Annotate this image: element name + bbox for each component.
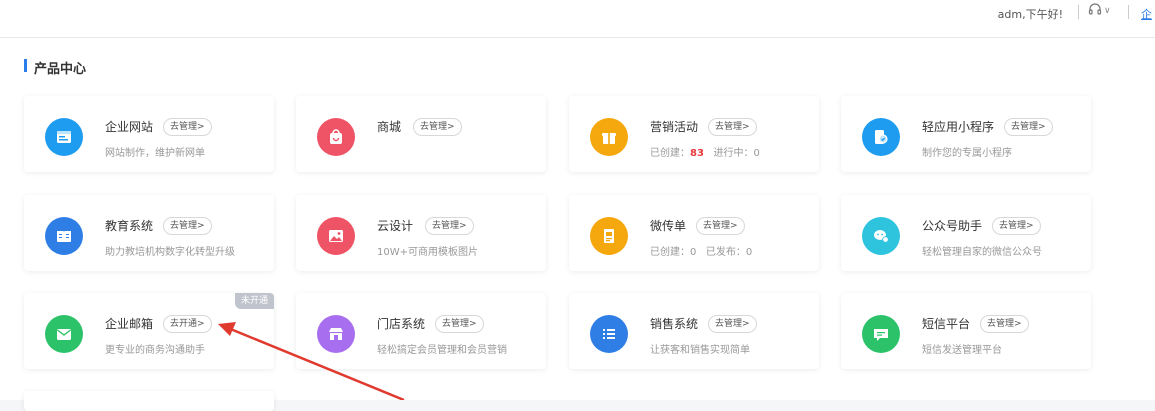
headset-icon[interactable]	[1088, 3, 1102, 21]
divider	[1078, 5, 1079, 19]
card-description: 助力教培机构数字化转型升级	[105, 247, 235, 258]
chevron-down-icon[interactable]: ∨	[1104, 6, 1111, 16]
card-description: 轻松管理自家的微信公众号	[922, 247, 1042, 258]
flyer-icon	[590, 217, 628, 255]
card-sms-platform[interactable]: 短信平台 去管理> 短信发送管理平台	[841, 293, 1091, 369]
gift-icon	[590, 118, 628, 156]
card-title: 营销活动	[650, 120, 699, 134]
card-description: 已创建：83 进行中：0	[650, 148, 760, 159]
card-enterprise-mail[interactable]: 未开通 企业邮箱 去开通> 更专业的商务沟通助手	[24, 293, 274, 369]
card-cloud-design[interactable]: 云设计 去管理> 10W+可商用模板图片	[296, 195, 546, 271]
card-description: 轻松搞定会员管理和会员营销	[377, 345, 507, 356]
card-title: 云设计	[377, 219, 414, 233]
card-description: 让获客和销售实现简单	[650, 345, 750, 356]
image-icon	[317, 217, 355, 255]
activate-button[interactable]: 去开通>	[163, 315, 212, 333]
card-education[interactable]: 教育系统 去管理> 助力教培机构数字化转型升级	[24, 195, 274, 271]
message-icon	[862, 315, 900, 353]
card-marketing[interactable]: 营销活动 去管理> 已创建：83 进行中：0	[569, 96, 819, 172]
miniprogram-icon	[862, 118, 900, 156]
manage-button[interactable]: 去管理>	[425, 217, 474, 235]
product-center: 产品中心 企业网站 去管理> 网站制作，维护新网单 商城 去管理> 营销活动 去…	[0, 38, 1155, 411]
card-title: 微传单	[650, 219, 687, 233]
card-description: 短信发送管理平台	[922, 345, 1002, 356]
card-description: 已创建：0 已发布：0	[650, 247, 753, 258]
divider	[1128, 5, 1129, 19]
card-title: 轻应用小程序	[922, 120, 995, 134]
card-title: 企业邮箱	[105, 317, 154, 331]
manage-button[interactable]: 去管理>	[708, 118, 757, 136]
manage-button[interactable]: 去管理>	[163, 118, 212, 136]
card-wechat-assistant[interactable]: 公众号助手 去管理> 轻松管理自家的微信公众号	[841, 195, 1091, 271]
top-bar: adm,下午好! ∨ 企	[0, 0, 1155, 38]
card-store-system[interactable]: 门店系统 去管理> 轻松搞定会员管理和会员营销	[296, 293, 546, 369]
top-link[interactable]: 企	[1141, 6, 1152, 22]
list-icon	[590, 315, 628, 353]
wechat-icon	[862, 217, 900, 255]
manage-button[interactable]: 去管理>	[413, 118, 462, 136]
website-icon	[45, 118, 83, 156]
manage-button[interactable]: 去管理>	[435, 315, 484, 333]
card-title: 公众号助手	[922, 219, 983, 233]
card-shop[interactable]: 商城 去管理>	[296, 96, 546, 172]
user-greeting: adm,下午好!	[997, 8, 1063, 21]
card-website[interactable]: 企业网站 去管理> 网站制作，维护新网单	[24, 96, 274, 172]
card-sales-system[interactable]: 销售系统 去管理> 让获客和销售实现简单	[569, 293, 819, 369]
card-description: 10W+可商用模板图片	[377, 247, 478, 258]
manage-button[interactable]: 去管理>	[992, 217, 1041, 235]
card-title: 教育系统	[105, 219, 154, 233]
manage-button[interactable]: 去管理>	[163, 217, 212, 235]
card-description: 网站制作，维护新网单	[105, 148, 205, 159]
card-title: 商城	[377, 120, 402, 134]
card-title: 企业网站	[105, 120, 154, 134]
card-title: 短信平台	[922, 317, 971, 331]
manage-button[interactable]: 去管理>	[980, 315, 1029, 333]
store-icon	[317, 315, 355, 353]
status-badge: 未开通	[234, 293, 274, 309]
card-description: 更专业的商务沟通助手	[105, 345, 205, 356]
manage-button[interactable]: 去管理>	[1004, 118, 1053, 136]
section-title: 产品中心	[34, 62, 87, 77]
card-title: 门店系统	[377, 317, 426, 331]
card-flyer[interactable]: 微传单 去管理> 已创建：0 已发布：0	[569, 195, 819, 271]
card-partial[interactable]	[24, 391, 274, 411]
card-description: 制作您的专属小程序	[922, 148, 1012, 159]
card-title: 销售系统	[650, 317, 699, 331]
manage-button[interactable]: 去管理>	[708, 315, 757, 333]
manage-button[interactable]: 去管理>	[696, 217, 745, 235]
shop-bag-icon	[317, 118, 355, 156]
card-miniprogram[interactable]: 轻应用小程序 去管理> 制作您的专属小程序	[841, 96, 1091, 172]
mail-icon	[45, 315, 83, 353]
book-icon	[45, 217, 83, 255]
